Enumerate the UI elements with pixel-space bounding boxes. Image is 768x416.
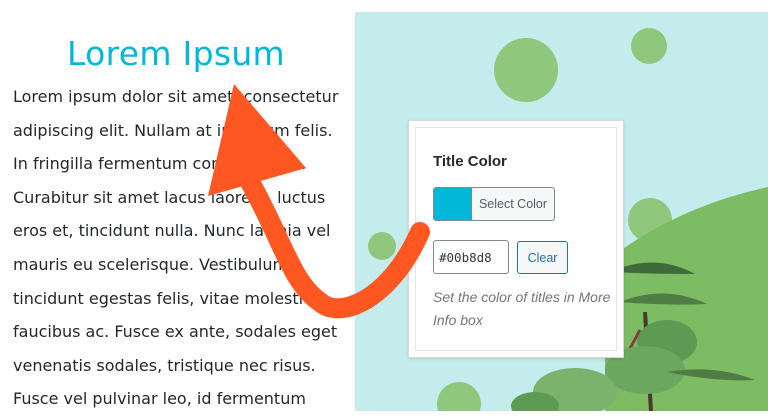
page-title: Lorem Ipsum xyxy=(66,34,285,73)
color-swatch-icon xyxy=(434,188,471,220)
content-preview: Lorem Ipsum Lorem ipsum dolor sit amet, … xyxy=(0,0,355,411)
body-line: faucibus ac. Fusce ex ante, sodales eget xyxy=(13,322,338,342)
panel-title: Title Color xyxy=(433,153,507,170)
select-color-button[interactable]: Select Color xyxy=(433,187,555,221)
bubble-shape xyxy=(368,232,396,260)
panel-frame: Title Color Select Color Clear Set the c… xyxy=(415,127,617,351)
bubble-shape xyxy=(494,38,558,102)
select-color-label: Select Color xyxy=(471,188,554,220)
body-line: In fringilla fermentum convallis odio. xyxy=(13,154,307,174)
bubble-shape xyxy=(437,382,481,411)
body-line: Lorem ipsum dolor sit amet, consectetur xyxy=(13,87,339,106)
title-color-settings-panel: Title Color Select Color Clear Set the c… xyxy=(408,120,624,358)
help-text: Set the color of titles in More Info box xyxy=(433,289,611,328)
bubble-shape xyxy=(631,28,667,64)
body-paragraph: Lorem ipsum dolor sit amet, consectetur … xyxy=(13,80,343,416)
hex-color-input[interactable] xyxy=(433,240,509,274)
body-line: venenatis sodales, tristique nec risus. xyxy=(13,355,316,375)
body-line: eros et, tincidunt nulla. Nunc lacinia v… xyxy=(13,221,331,241)
clear-button[interactable]: Clear xyxy=(517,241,568,274)
body-line: adipiscing elit. Nullam at interdum feli… xyxy=(13,120,333,140)
body-line: tincidunt egestas felis, vitae molestie xyxy=(13,288,313,308)
body-line: Curabitur sit amet lacus laoreet, luctus xyxy=(13,187,326,207)
body-line: mauris eu scelerisque. Vestibulum xyxy=(13,254,289,274)
